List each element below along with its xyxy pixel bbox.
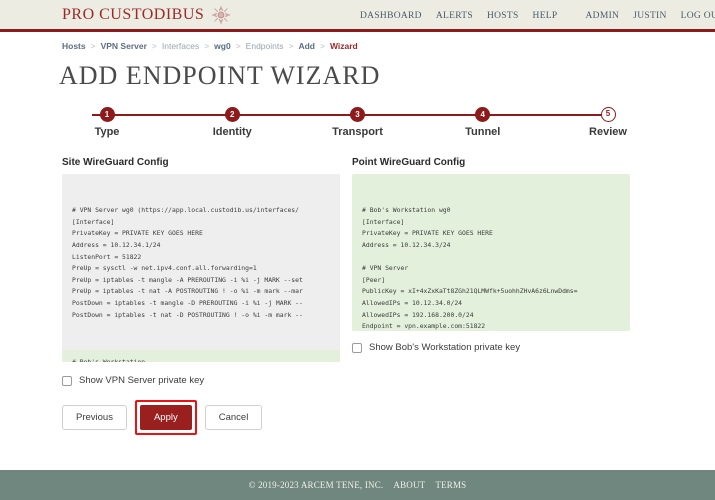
show-point-private-key-row[interactable]: Show Bob's Workstation private key	[352, 342, 630, 353]
breadcrumb-separator-icon: >	[90, 41, 96, 51]
point-config-text: # Bob's Workstation wg0 [Interface] Priv…	[352, 197, 630, 331]
show-point-private-key-checkbox[interactable]	[352, 342, 362, 353]
breadcrumb-separator-icon: >	[319, 41, 325, 51]
show-site-private-key-checkbox[interactable]	[62, 375, 72, 386]
nav-item-admin[interactable]: ADMIN	[586, 11, 620, 21]
apply-button[interactable]: Apply	[139, 405, 192, 430]
sun-burst-emblem-icon	[210, 4, 232, 26]
stepper-step-number: 3	[350, 107, 365, 122]
page-title: ADD ENDPOINT WIZARD	[59, 61, 381, 90]
nav-item-help[interactable]: HELP	[533, 11, 558, 21]
show-site-private-key-row[interactable]: Show VPN Server private key	[62, 375, 340, 386]
breadcrumb-separator-icon: >	[151, 41, 157, 51]
top-navigation: DASHBOARD ALERTS HOSTS HELP ADMIN JUSTIN…	[360, 0, 715, 32]
stepper-step-number: 2	[224, 107, 240, 122]
nav-item-alerts[interactable]: ALERTS	[436, 11, 473, 21]
nav-item-dashboard[interactable]: DASHBOARD	[360, 11, 422, 21]
breadcrumb-item-hosts[interactable]: Hosts	[62, 41, 86, 51]
site-footer: © 2019-2023 ARCEM TENE, INC. ABOUT TERMS	[0, 470, 715, 500]
wizard-actions: Previous Apply Cancel	[62, 400, 340, 435]
point-config-title: Point WireGuard Config	[352, 157, 466, 168]
stepper-step-label: Transport	[332, 126, 383, 138]
footer-copyright: © 2019-2023 ARCEM TENE, INC.	[248, 480, 384, 490]
config-panels: Site WireGuard Config # VPN Server wg0 (…	[62, 157, 653, 435]
site-config-added-text: # Bob's Workstation [Peer] PublicKey = m…	[62, 350, 340, 362]
brand-logo[interactable]: PRO CUSTODIBUS	[62, 4, 232, 26]
breadcrumb-item-endpoints[interactable]: Endpoints	[246, 41, 284, 51]
site-config-panel: Site WireGuard Config # VPN Server wg0 (…	[62, 157, 340, 435]
breadcrumb-separator-icon: >	[204, 41, 210, 51]
show-site-private-key-label: Show VPN Server private key	[79, 375, 205, 386]
breadcrumb-separator-icon: >	[235, 41, 241, 51]
nav-item-log-out[interactable]: LOG OUT	[681, 11, 715, 21]
stepper-step-transport[interactable]: 3 Transport	[313, 107, 403, 138]
stepper-step-review[interactable]: 5 Review	[563, 107, 653, 138]
stepper-step-number: 4	[475, 107, 491, 122]
stepper-step-label: Identity	[212, 126, 252, 138]
site-config-codeblock[interactable]: # VPN Server wg0 (https://app.local.cust…	[62, 174, 340, 362]
footer-link-terms[interactable]: TERMS	[435, 480, 466, 490]
apply-button-highlight: Apply	[134, 400, 197, 435]
stepper-step-label: Type	[94, 126, 120, 138]
previous-button[interactable]: Previous	[62, 405, 127, 430]
breadcrumb-item-vpn-server[interactable]: VPN Server	[101, 41, 147, 51]
breadcrumb-separator-icon: >	[288, 41, 294, 51]
breadcrumb-item-wizard[interactable]: Wizard	[330, 41, 358, 51]
breadcrumb-item-interfaces[interactable]: Interfaces	[162, 41, 199, 51]
point-config-codeblock[interactable]: # Bob's Workstation wg0 [Interface] Priv…	[352, 174, 630, 331]
stepper-step-number: 1	[99, 107, 115, 122]
stepper-step-label: Tunnel	[465, 126, 501, 138]
cancel-button[interactable]: Cancel	[204, 405, 263, 430]
breadcrumb-item-add[interactable]: Add	[298, 41, 315, 51]
nav-item-justin[interactable]: JUSTIN	[633, 11, 666, 21]
footer-link-about[interactable]: ABOUT	[393, 480, 425, 490]
main-content: Hosts > VPN Server > Interfaces > wg0 > …	[0, 41, 715, 435]
stepper-step-label: Review	[589, 126, 627, 138]
nav-item-hosts[interactable]: HOSTS	[487, 11, 519, 21]
breadcrumb-item-wg0[interactable]: wg0	[214, 41, 231, 51]
wizard-stepper: 1 Type 2 Identity 3 Transport 4 Tunnel 5…	[62, 107, 653, 145]
point-config-panel: Point WireGuard Config # Bob's Workstati…	[352, 157, 630, 435]
stepper-step-tunnel[interactable]: 4 Tunnel	[438, 107, 528, 138]
stepper-step-number: 5	[600, 107, 616, 122]
stepper-step-type[interactable]: 1 Type	[62, 107, 152, 138]
breadcrumb: Hosts > VPN Server > Interfaces > wg0 > …	[62, 41, 653, 51]
show-point-private-key-label: Show Bob's Workstation private key	[369, 342, 521, 353]
stepper-step-identity[interactable]: 2 Identity	[187, 107, 277, 138]
site-config-existing-text: # VPN Server wg0 (https://app.local.cust…	[62, 197, 340, 328]
site-config-title: Site WireGuard Config	[62, 157, 169, 168]
brand-name: PRO CUSTODIBUS	[62, 5, 205, 23]
site-header: PRO CUSTODIBUS DASHBOARD ALERTS HOSTS HE…	[0, 0, 715, 32]
